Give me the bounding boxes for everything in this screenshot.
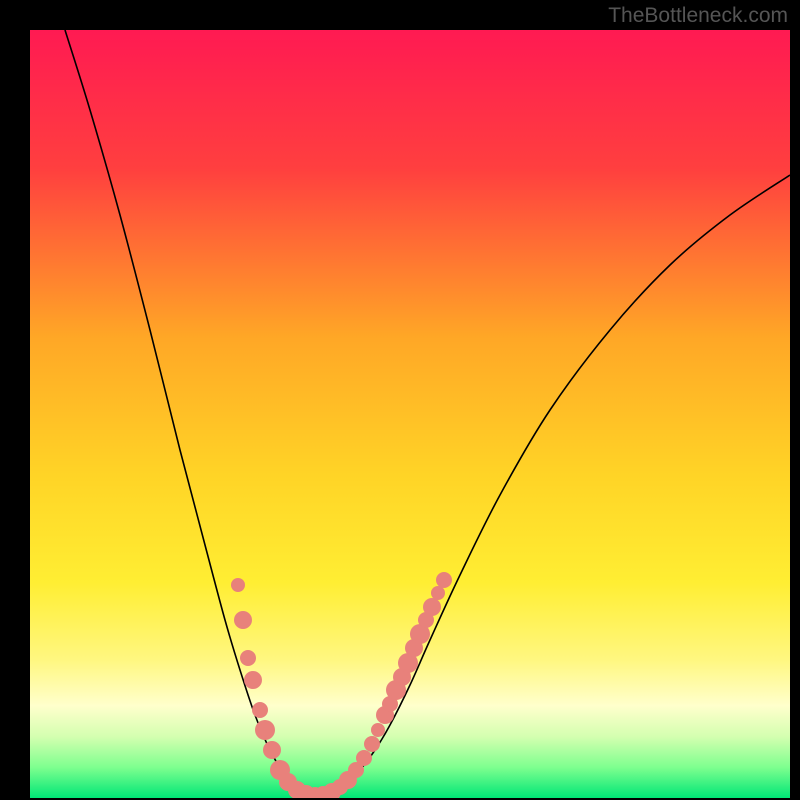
data-marker [240, 650, 256, 666]
data-marker [252, 702, 268, 718]
chart-container [30, 30, 790, 798]
data-marker [263, 741, 281, 759]
data-marker [364, 736, 380, 752]
watermark-text: TheBottleneck.com [608, 4, 788, 28]
gradient-background [30, 30, 790, 798]
data-marker [244, 671, 262, 689]
data-marker [231, 578, 245, 592]
data-marker [371, 723, 385, 737]
bottleneck-chart [30, 30, 790, 798]
data-marker [255, 720, 275, 740]
data-marker [431, 586, 445, 600]
data-marker [234, 611, 252, 629]
data-marker [356, 750, 372, 766]
data-marker [436, 572, 452, 588]
data-marker [423, 598, 441, 616]
